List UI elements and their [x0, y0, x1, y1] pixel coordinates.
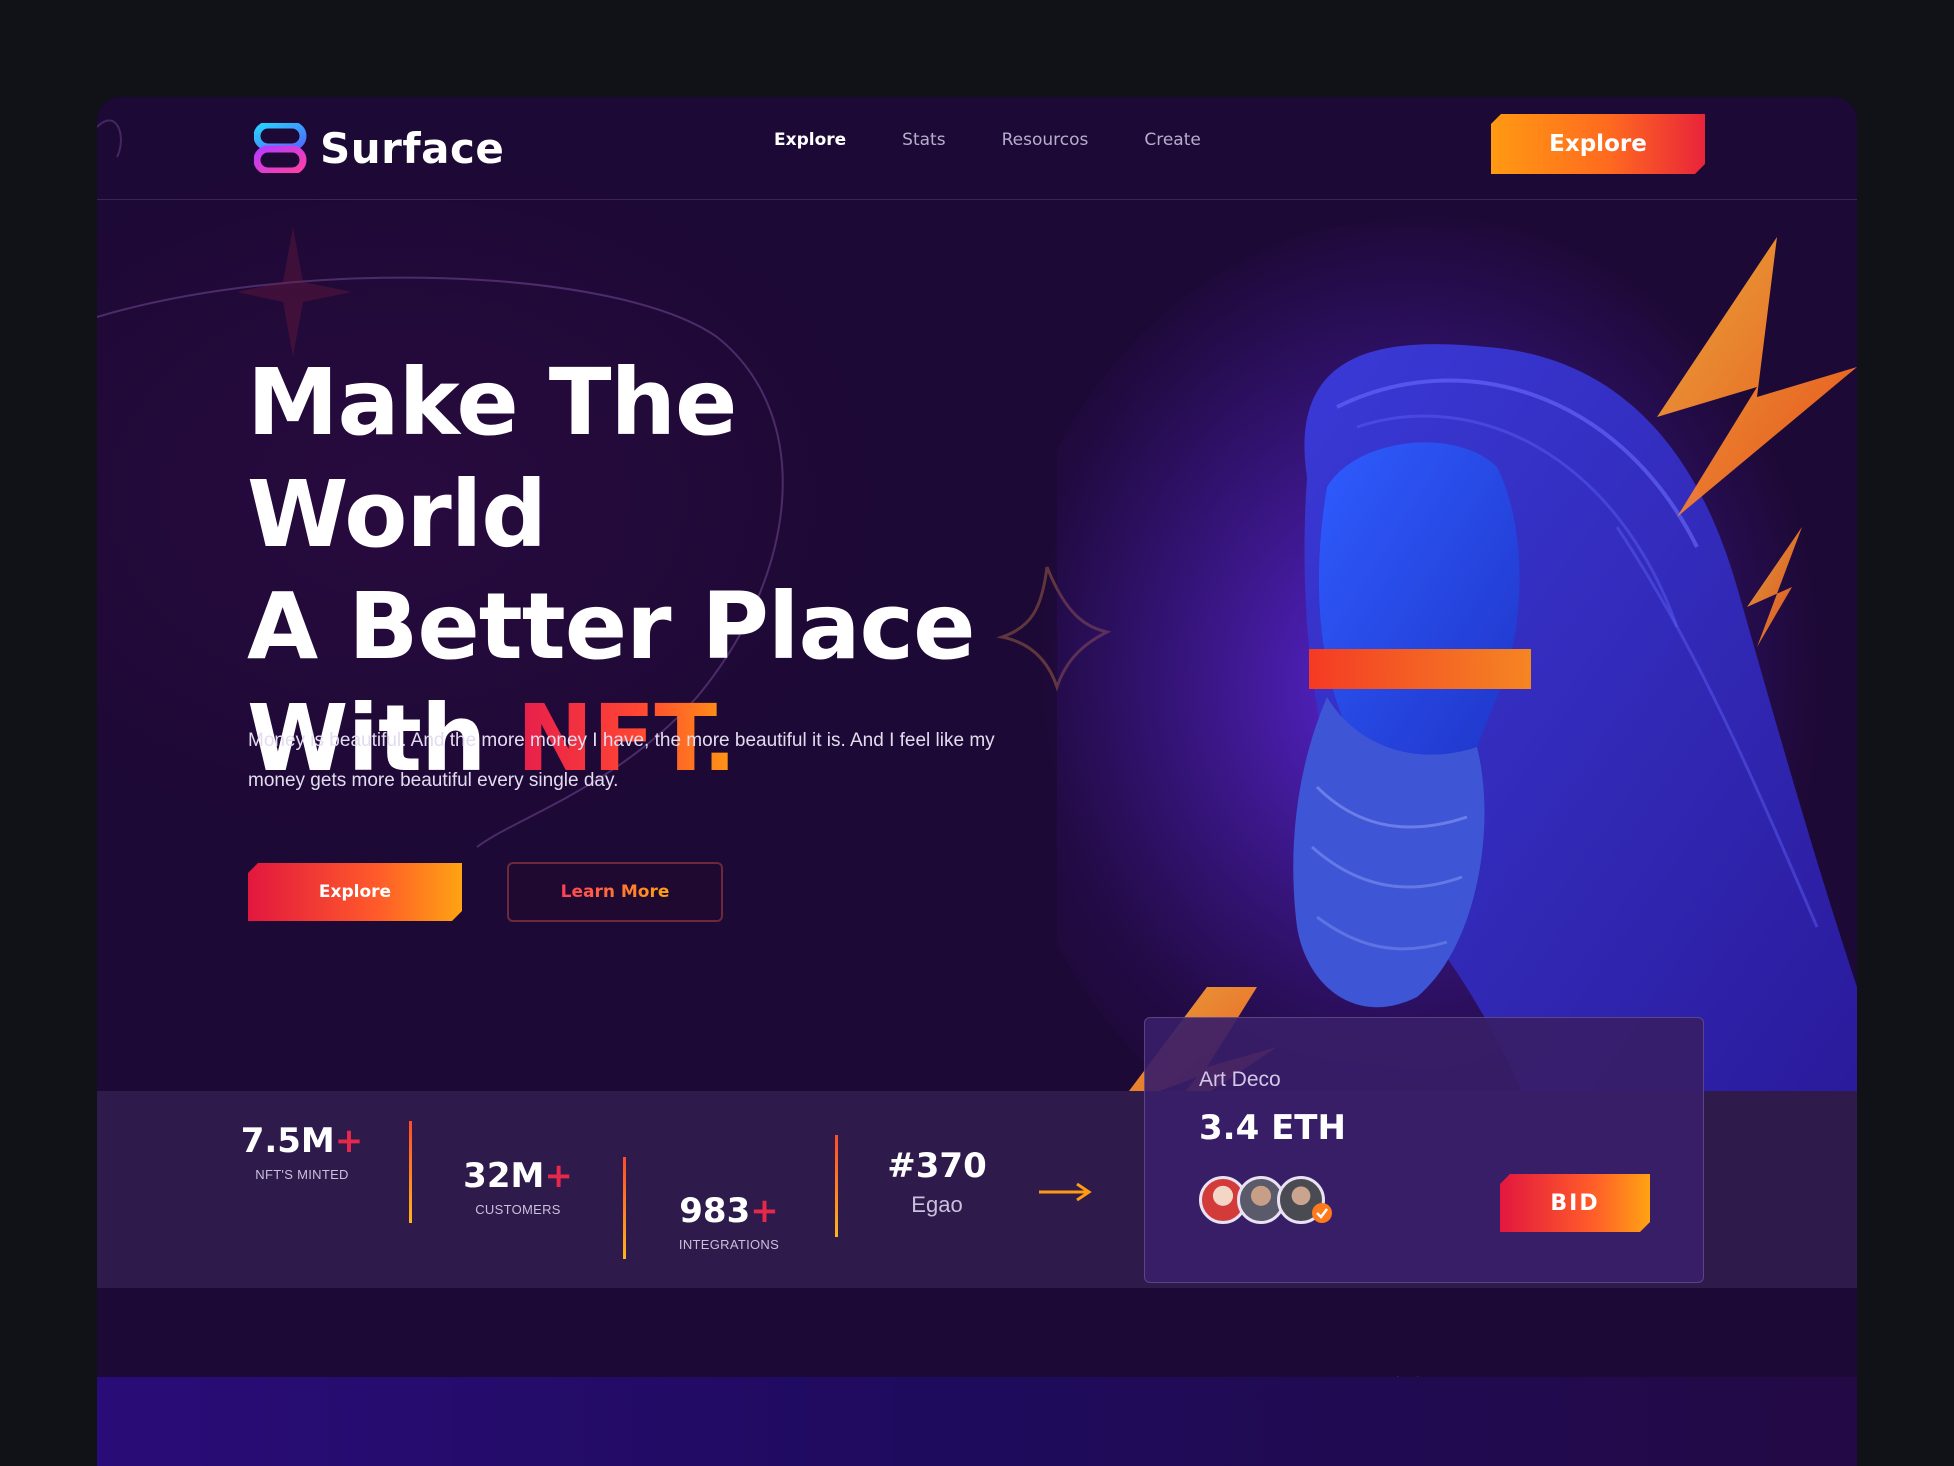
learn-more-label: Learn More [560, 882, 670, 902]
stat-nfts-minted: 7.5M+ NFT'S MINTED [217, 1121, 387, 1182]
stat-divider [409, 1121, 412, 1223]
nav-item-explore[interactable]: Explore [774, 130, 846, 150]
hero-description: Money is beautiful. And the more money I… [248, 730, 995, 791]
card-price: 3.4 ETH [1199, 1108, 1346, 1148]
stat-plus: + [750, 1191, 779, 1231]
stat-customers: 32M+ CUSTOMERS [433, 1156, 603, 1217]
bid-card: Art Deco 3.4 ETH BID [1144, 1017, 1704, 1283]
logo-icon [254, 123, 307, 173]
stat-value: 983 [679, 1191, 751, 1231]
brand-name: Surface [320, 123, 505, 173]
card-title: Art Deco [1199, 1068, 1281, 1091]
stat-label: INTEGRATIONS [678, 1237, 780, 1252]
headline-line-2: A Better Place [247, 573, 975, 680]
nav-item-stats[interactable]: Stats [902, 130, 945, 150]
stat-divider [623, 1157, 626, 1259]
learn-more-button[interactable]: Learn More [507, 862, 723, 922]
verified-badge-icon [1312, 1203, 1332, 1223]
header-explore-button[interactable]: Explore [1491, 114, 1705, 174]
bid-button[interactable]: BID [1500, 1174, 1650, 1232]
hero-explore-button[interactable]: Explore [248, 863, 462, 921]
stat-value: 32M [463, 1156, 545, 1196]
featured-number: #370 [887, 1146, 987, 1186]
nft-portrait-image [1057, 227, 1857, 1127]
top-navigation: Surface Explore Stats Resourcos Create E… [97, 97, 1857, 200]
page-frame: Surface Explore Stats Resourcos Create E… [97, 97, 1857, 1466]
stat-integrations: 983+ INTEGRATIONS [639, 1191, 819, 1252]
next-section-preview [97, 1377, 1857, 1466]
headline-line-1: Make The World [247, 349, 737, 568]
featured-item[interactable]: #370 Egao [867, 1146, 1007, 1218]
stat-label: CUSTOMERS [475, 1202, 561, 1217]
stat-plus: + [334, 1121, 364, 1161]
main-menu: Explore Stats Resourcos Create [774, 130, 1201, 150]
stat-value: 7.5M [240, 1121, 335, 1161]
stat-divider [835, 1135, 838, 1237]
nav-item-create[interactable]: Create [1144, 130, 1201, 150]
brand-logo[interactable]: Surface [254, 123, 504, 173]
stat-plus: + [544, 1156, 573, 1196]
bidder-avatars [1199, 1176, 1349, 1226]
arrow-right-icon[interactable] [1037, 1181, 1093, 1203]
featured-name: Egao [911, 1192, 963, 1217]
stat-label: NFT'S MINTED [255, 1167, 349, 1182]
nav-item-resources[interactable]: Resourcos [1002, 130, 1089, 150]
